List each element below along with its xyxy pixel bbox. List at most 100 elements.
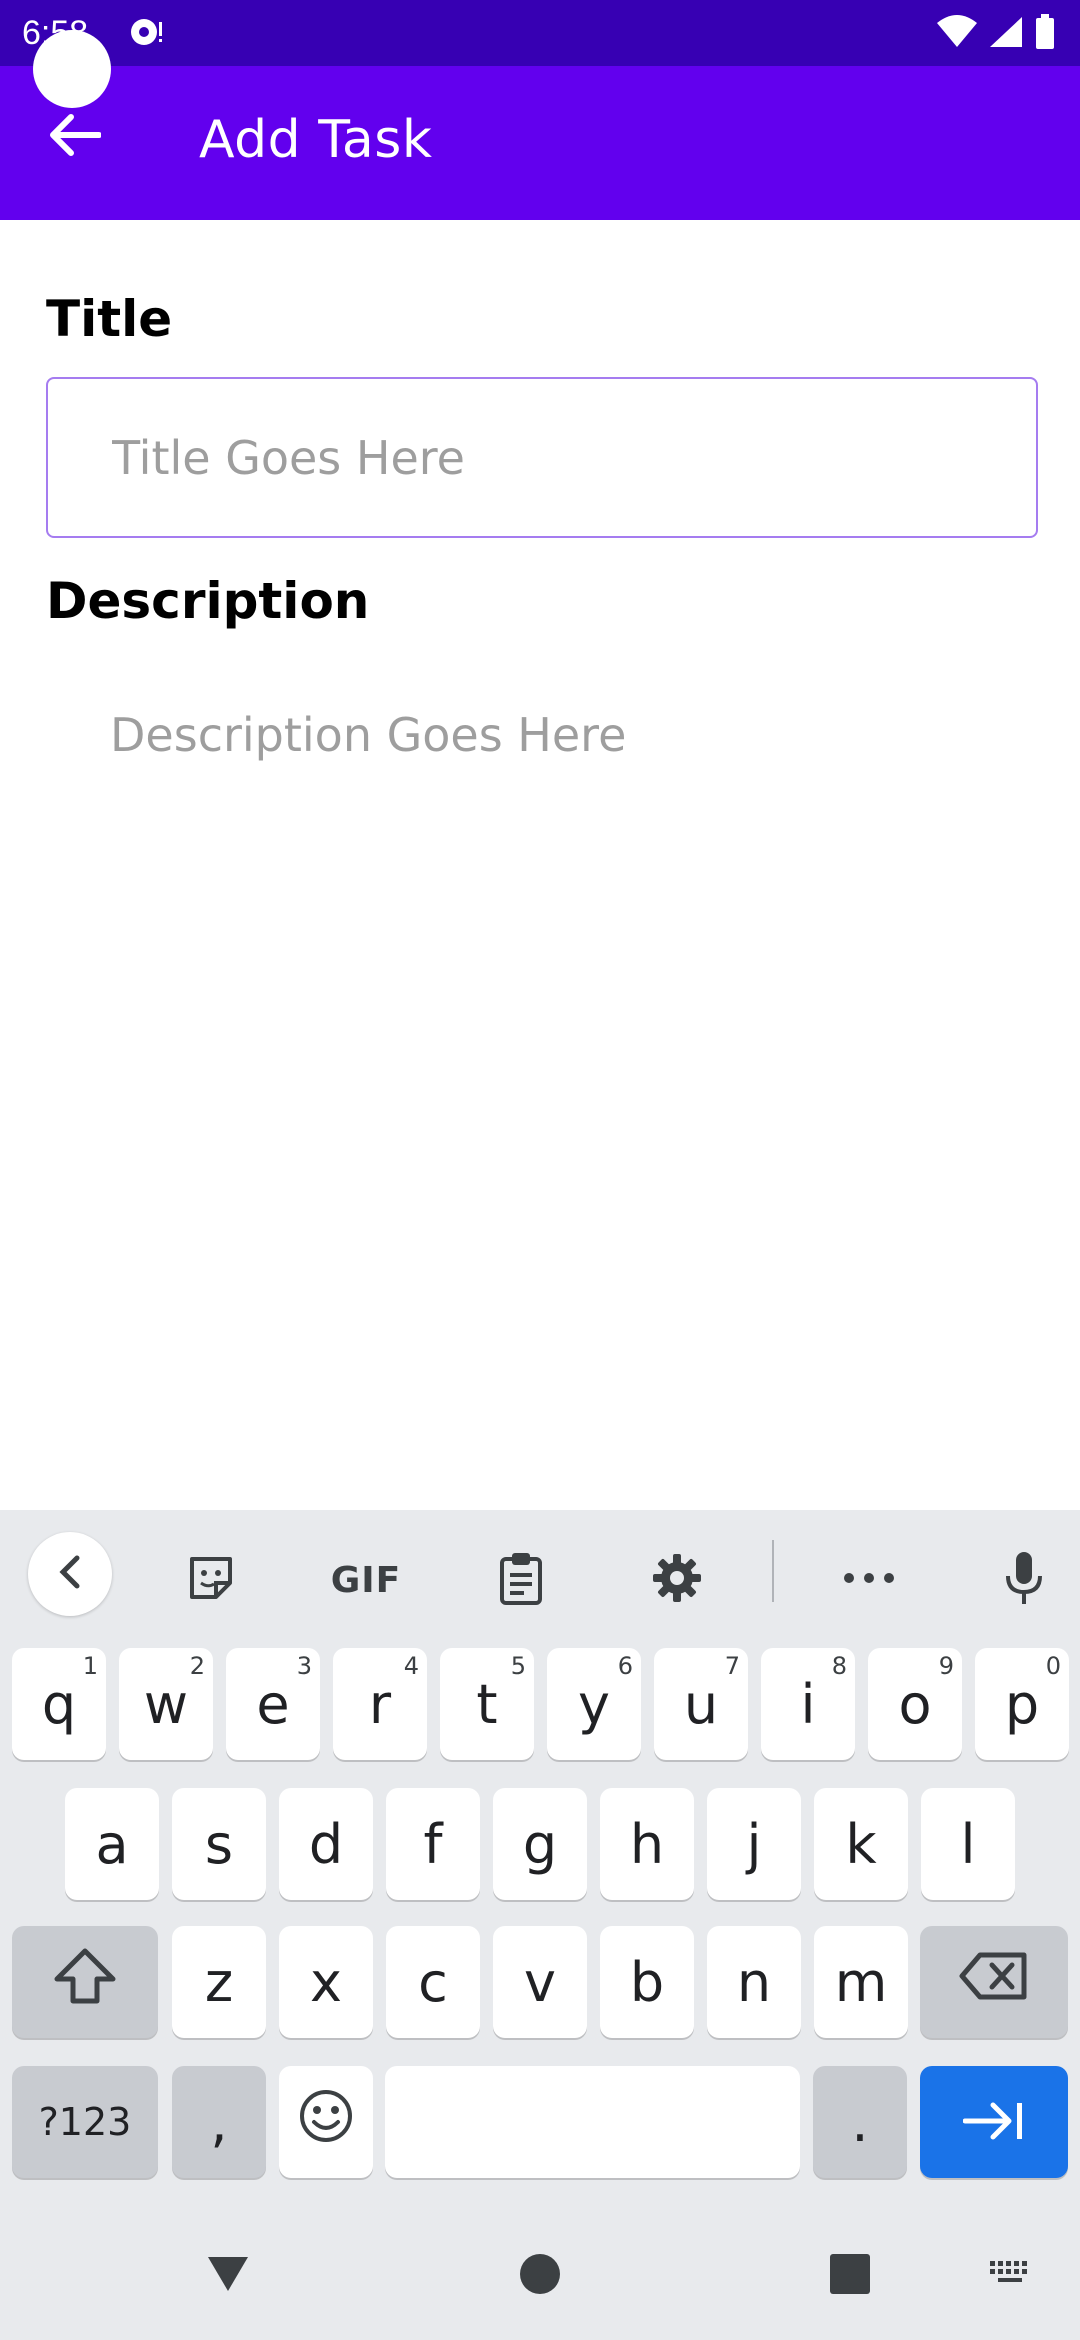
symbols-key[interactable]: ?123 [12, 2066, 158, 2178]
chevron-left-icon [55, 1554, 85, 1595]
key-hint: 4 [403, 1652, 419, 1680]
key-label: d [308, 1812, 344, 1876]
keyboard-switch-icon [988, 2259, 1032, 2292]
key-m[interactable]: m [814, 1926, 908, 2038]
key-label: h [629, 1812, 665, 1876]
key-h[interactable]: h [600, 1788, 694, 1900]
key-label: y [578, 1672, 610, 1736]
description-input[interactable] [46, 690, 1038, 1050]
period-key[interactable]: . [813, 2066, 907, 2178]
key-b[interactable]: b [600, 1926, 694, 2038]
key-r[interactable]: r4 [333, 1648, 427, 1760]
keyboard-toolbar: GIF [0, 1510, 1080, 1640]
key-x[interactable]: x [279, 1926, 373, 2038]
shift-icon [53, 1947, 117, 2018]
battery-icon [1034, 13, 1056, 55]
key-hint: 9 [938, 1652, 954, 1680]
nav-recents-button[interactable] [818, 2244, 882, 2308]
key-label: n [736, 1950, 772, 2014]
settings-icon [651, 1552, 703, 1609]
nav-back-button[interactable] [196, 2244, 260, 2308]
period-key-label: . [851, 2090, 869, 2154]
shift-key[interactable] [12, 1926, 158, 2038]
key-a[interactable]: a [65, 1788, 159, 1900]
gif-label: GIF [330, 1559, 402, 1601]
comma-key[interactable]: , [172, 2066, 266, 2178]
key-hint: 6 [617, 1652, 633, 1680]
key-label: a [95, 1812, 129, 1876]
space-key[interactable] [385, 2066, 800, 2178]
key-label: u [683, 1672, 719, 1736]
key-w[interactable]: w2 [119, 1648, 213, 1760]
title-input[interactable] [46, 377, 1038, 538]
key-v[interactable]: v [493, 1926, 587, 2038]
sticker-button[interactable] [171, 1540, 251, 1620]
key-label: m [834, 1950, 888, 2014]
nav-home-button[interactable] [508, 2244, 572, 2308]
key-j[interactable]: j [707, 1788, 801, 1900]
key-g[interactable]: g [493, 1788, 587, 1900]
key-hint: 8 [831, 1652, 847, 1680]
key-z[interactable]: z [172, 1926, 266, 2038]
voice-input-button[interactable] [984, 1540, 1064, 1620]
gif-button[interactable]: GIF [324, 1540, 408, 1620]
back-button[interactable] [42, 104, 108, 170]
key-hint: 0 [1045, 1652, 1061, 1680]
key-hint: 5 [510, 1652, 526, 1680]
clipboard-button[interactable] [481, 1540, 561, 1620]
keyboard-settings-button[interactable] [637, 1540, 717, 1620]
key-e[interactable]: e3 [226, 1648, 320, 1760]
key-label: l [960, 1812, 976, 1876]
keyboard-switch-button[interactable] [982, 2250, 1038, 2300]
key-o[interactable]: o9 [868, 1648, 962, 1760]
key-s[interactable]: s [172, 1788, 266, 1900]
emoji-key[interactable] [279, 2066, 373, 2178]
key-i[interactable]: i8 [761, 1648, 855, 1760]
key-d[interactable]: d [279, 1788, 373, 1900]
key-label: e [256, 1672, 290, 1736]
navigation-bar [0, 2210, 1080, 2340]
key-label: p [1004, 1672, 1040, 1736]
key-q[interactable]: q1 [12, 1648, 106, 1760]
key-c[interactable]: c [386, 1926, 480, 2038]
sticker-icon [186, 1553, 236, 1608]
status-bar: 6:58 [0, 0, 1080, 66]
key-k[interactable]: k [814, 1788, 908, 1900]
key-label: i [800, 1672, 816, 1736]
status-icons [936, 13, 1056, 55]
comma-key-label: , [210, 2090, 228, 2154]
home-circle-icon [518, 2252, 562, 2301]
page-title: Add Task [199, 110, 433, 170]
more-options-button[interactable] [829, 1540, 909, 1620]
signal-icon [988, 15, 1024, 54]
key-label: f [423, 1812, 443, 1876]
key-y[interactable]: y6 [547, 1648, 641, 1760]
key-f[interactable]: f [386, 1788, 480, 1900]
key-label: t [476, 1672, 498, 1736]
key-t[interactable]: t5 [440, 1648, 534, 1760]
next-field-key[interactable] [920, 2066, 1068, 2178]
backspace-key[interactable] [920, 1926, 1068, 2038]
key-label: q [41, 1672, 77, 1736]
key-hint: 2 [189, 1652, 205, 1680]
key-label: s [204, 1812, 234, 1876]
key-label: v [524, 1950, 556, 2014]
keyboard-back-button[interactable] [28, 1532, 112, 1616]
camera-cutout [33, 30, 111, 108]
back-triangle-icon [204, 2253, 252, 2300]
title-label: Title [46, 290, 173, 348]
mic-icon [1004, 1550, 1044, 1611]
key-l[interactable]: l [921, 1788, 1015, 1900]
tab-arrow-icon [962, 2091, 1025, 2154]
recents-square-icon [828, 2252, 872, 2301]
key-n[interactable]: n [707, 1926, 801, 2038]
toolbar-divider [772, 1540, 774, 1602]
arrow-back-icon [49, 113, 102, 162]
key-label: j [746, 1812, 762, 1876]
more-icon [843, 1571, 895, 1589]
backspace-icon [958, 1951, 1030, 2014]
notification-icon [126, 14, 166, 50]
key-label: k [845, 1812, 877, 1876]
key-p[interactable]: p0 [975, 1648, 1069, 1760]
key-u[interactable]: u7 [654, 1648, 748, 1760]
